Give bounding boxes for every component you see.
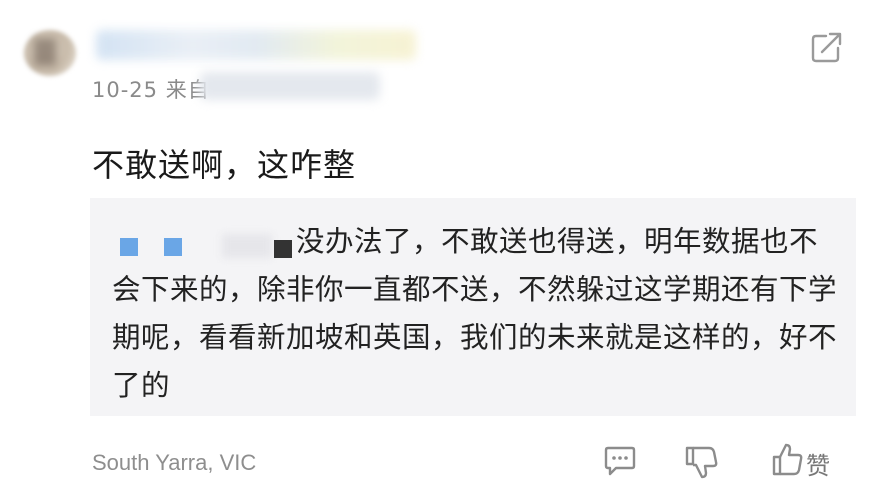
reply-text-line1: 没办法了，不敢送也得送，明年数据也 (296, 225, 790, 258)
source-blurred (200, 72, 380, 100)
avatar[interactable] (24, 30, 76, 76)
username-blurred[interactable] (96, 30, 416, 60)
comment-icon[interactable] (602, 442, 638, 478)
user-marker (120, 238, 138, 256)
like-button[interactable]: 赞 (766, 440, 846, 480)
like-label: 赞 (806, 452, 830, 480)
user-marker (164, 238, 182, 256)
comment-text: 不敢送啊，这咋整 (92, 146, 357, 184)
thumbs-down-icon[interactable] (682, 442, 720, 480)
comment-date-source: 10-25 来自 (92, 78, 210, 102)
redaction-mark (274, 240, 292, 258)
reply-text-block: 没办法了，不敢送也得送，明年数据也不会下来的，除非你一直都不送，不然躲过这学期还… (112, 218, 842, 410)
blur-mask (222, 234, 272, 258)
location-label: South Yarra, VIC (92, 450, 257, 475)
thumbs-up-icon (772, 443, 803, 476)
reply-username-blurred[interactable] (112, 228, 296, 258)
share-icon[interactable] (808, 30, 844, 66)
